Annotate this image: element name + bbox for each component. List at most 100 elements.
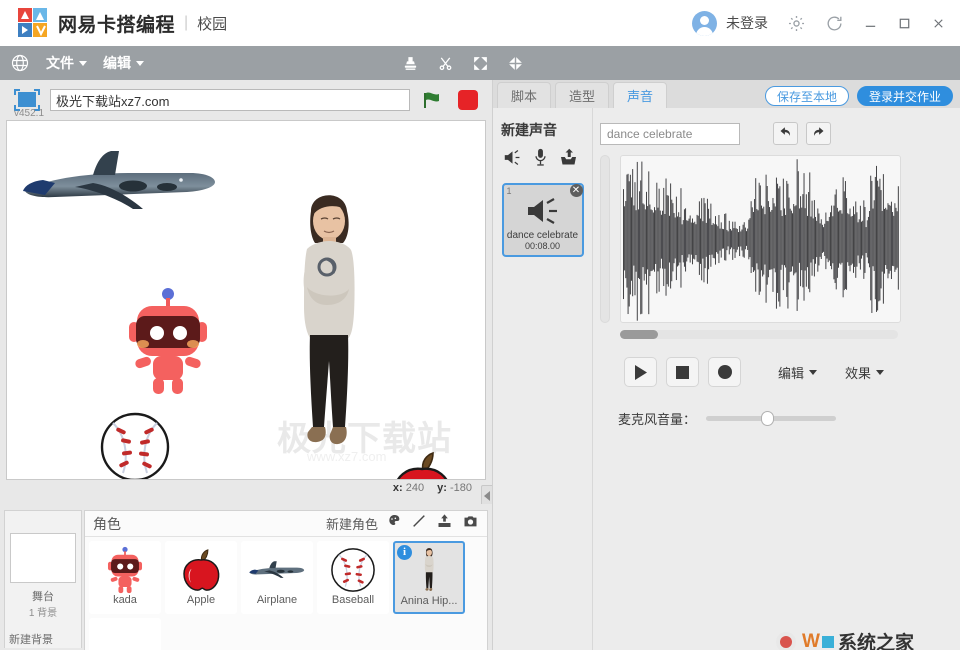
brand-subtitle: 校园 [197,15,228,33]
chevron-down-icon [809,369,818,375]
waveform-display[interactable] [620,155,901,323]
stop-icon[interactable] [458,90,478,110]
waveform-horizontal-scrollbar[interactable] [620,330,898,339]
stage-sprite-apple[interactable] [387,449,457,479]
camera-icon[interactable] [462,513,479,534]
sprite-info-badge[interactable]: i [397,545,412,560]
sprite-list-empty-slot [89,618,161,650]
slider-knob[interactable] [761,411,775,426]
app-logo-icon [18,8,48,38]
sprite-thumbnail [318,542,388,594]
stage-sprite-baseball[interactable] [99,411,171,479]
project-name-input[interactable] [50,89,410,111]
expand-icon[interactable] [472,55,489,72]
new-backdrop-label: 新建背景 [9,634,53,646]
title-bar: 网易卡搭编程 | 校园 未登录 [0,0,960,46]
undo-icon[interactable] [773,122,798,145]
effect-menu-label: 效果 [845,365,872,381]
titlebar-right-group: 未登录 [692,10,946,36]
sound-name-input[interactable] [600,122,740,145]
globe-icon[interactable] [10,53,30,73]
maximize-button[interactable] [897,16,912,31]
sprite-name: Airplane [256,594,298,606]
tab-costumes-label: 造型 [569,89,596,104]
sound-name: dance celebrate [506,230,579,241]
tab-sounds[interactable]: 声音 [613,82,668,108]
minimize-button[interactable] [863,16,878,31]
panel-actions: 保存至本地 登录并交作业 [764,86,953,106]
sprite-name: Baseball [331,594,375,606]
scrollbar-thumb[interactable] [620,330,658,339]
tab-scripts[interactable]: 脚本 [497,82,552,108]
stamp-icon[interactable] [402,55,419,72]
close-icon[interactable]: ✕ [569,184,583,197]
stop-button[interactable] [666,357,699,387]
microphone-icon[interactable] [534,148,547,171]
stage-sprite-airplane[interactable] [15,139,225,229]
redo-icon[interactable] [806,122,831,145]
refresh-icon[interactable] [825,14,844,33]
stage-thumbnail[interactable] [10,533,76,583]
stage-panel-title: 舞台 [32,591,54,603]
library-icon[interactable] [386,513,402,534]
menu-file[interactable]: 文件 [46,53,87,73]
chevron-down-icon [136,60,144,66]
speaker-icon[interactable] [503,149,522,171]
upload-icon[interactable] [559,148,578,171]
sound-editor: 编辑 效果 麦克风音量： [594,108,960,650]
close-button[interactable] [931,16,946,31]
play-button[interactable] [624,357,657,387]
waveform-vertical-scrollbar[interactable] [600,155,610,323]
stage-sprite-kada[interactable] [123,286,213,401]
paint-icon[interactable] [411,513,427,534]
sprite-card-kada[interactable]: kada [89,541,161,614]
menu-edit-label: 编辑 [103,55,131,71]
avatar[interactable] [692,10,717,36]
new-sprite-icons [386,513,479,534]
app-root: 网易卡搭编程 | 校园 未登录 文件 编辑 极光下载站xz7.com v452.… [0,0,960,650]
upload-icon[interactable] [436,513,453,534]
chevron-down-icon [876,369,885,375]
scissors-icon[interactable] [437,55,454,72]
edit-menu-button[interactable]: 编辑 [778,363,818,382]
edit-menu-label: 编辑 [778,365,805,381]
effect-menu-button[interactable]: 效果 [845,363,885,382]
sprite-card-apple[interactable]: Apple [165,541,237,614]
tab-costumes[interactable]: 造型 [555,82,610,108]
mic-volume-slider[interactable] [706,411,837,426]
green-flag-icon[interactable] [422,91,442,109]
sprite-card-airplane[interactable]: Airplane [241,541,313,614]
bottom-right-watermark: W 系统之家 [775,628,914,650]
sound-item-dance-celebrate[interactable]: 1 ✕ dance celebrate 00:08.00 [501,183,584,257]
menu-file-label: 文件 [46,55,74,71]
gear-icon[interactable] [787,14,806,33]
version-label: v452.1 [14,108,45,119]
sprite-pane: 舞台 1 背景 新建背景 角色 新建角色 kada Apple Airplane… [0,504,492,650]
brand-divider: | [184,14,189,31]
sprite-card-anina[interactable]: i Anina Hip... [393,541,465,614]
sprite-card-baseball[interactable]: Baseball [317,541,389,614]
save-local-button[interactable]: 保存至本地 [764,86,849,106]
shrink-icon[interactable] [507,55,524,72]
save-local-label: 保存至本地 [776,89,837,104]
menu-edit[interactable]: 编辑 [103,53,144,73]
stage-canvas[interactable]: 极光下载站 www.xz7.com [6,120,486,480]
sprite-name: kada [113,594,137,606]
speaker-icon [504,197,582,225]
coord-y-value: -180 [449,482,472,494]
playback-controls: 编辑 效果 [624,357,960,387]
new-sound-label: 新建声音 [501,122,557,138]
record-button[interactable] [708,357,741,387]
submit-homework-button[interactable]: 登录并交作业 [856,86,953,106]
menu-bar: 文件 编辑 [0,46,960,80]
menu-tool-group [384,55,524,72]
stage-selector-panel[interactable]: 舞台 1 背景 新建背景 [4,510,82,648]
chevron-down-icon [79,60,87,66]
stage-sprite-anina[interactable] [285,183,371,478]
sprite-thumbnail [90,542,160,594]
account-status-label[interactable]: 未登录 [726,13,768,33]
stage-header [6,84,486,116]
coord-y-label: y: [437,482,447,494]
new-sound-icons [503,148,592,171]
sprite-list-panel: 角色 新建角色 kada Apple Airplane Baseball i A… [84,510,488,650]
